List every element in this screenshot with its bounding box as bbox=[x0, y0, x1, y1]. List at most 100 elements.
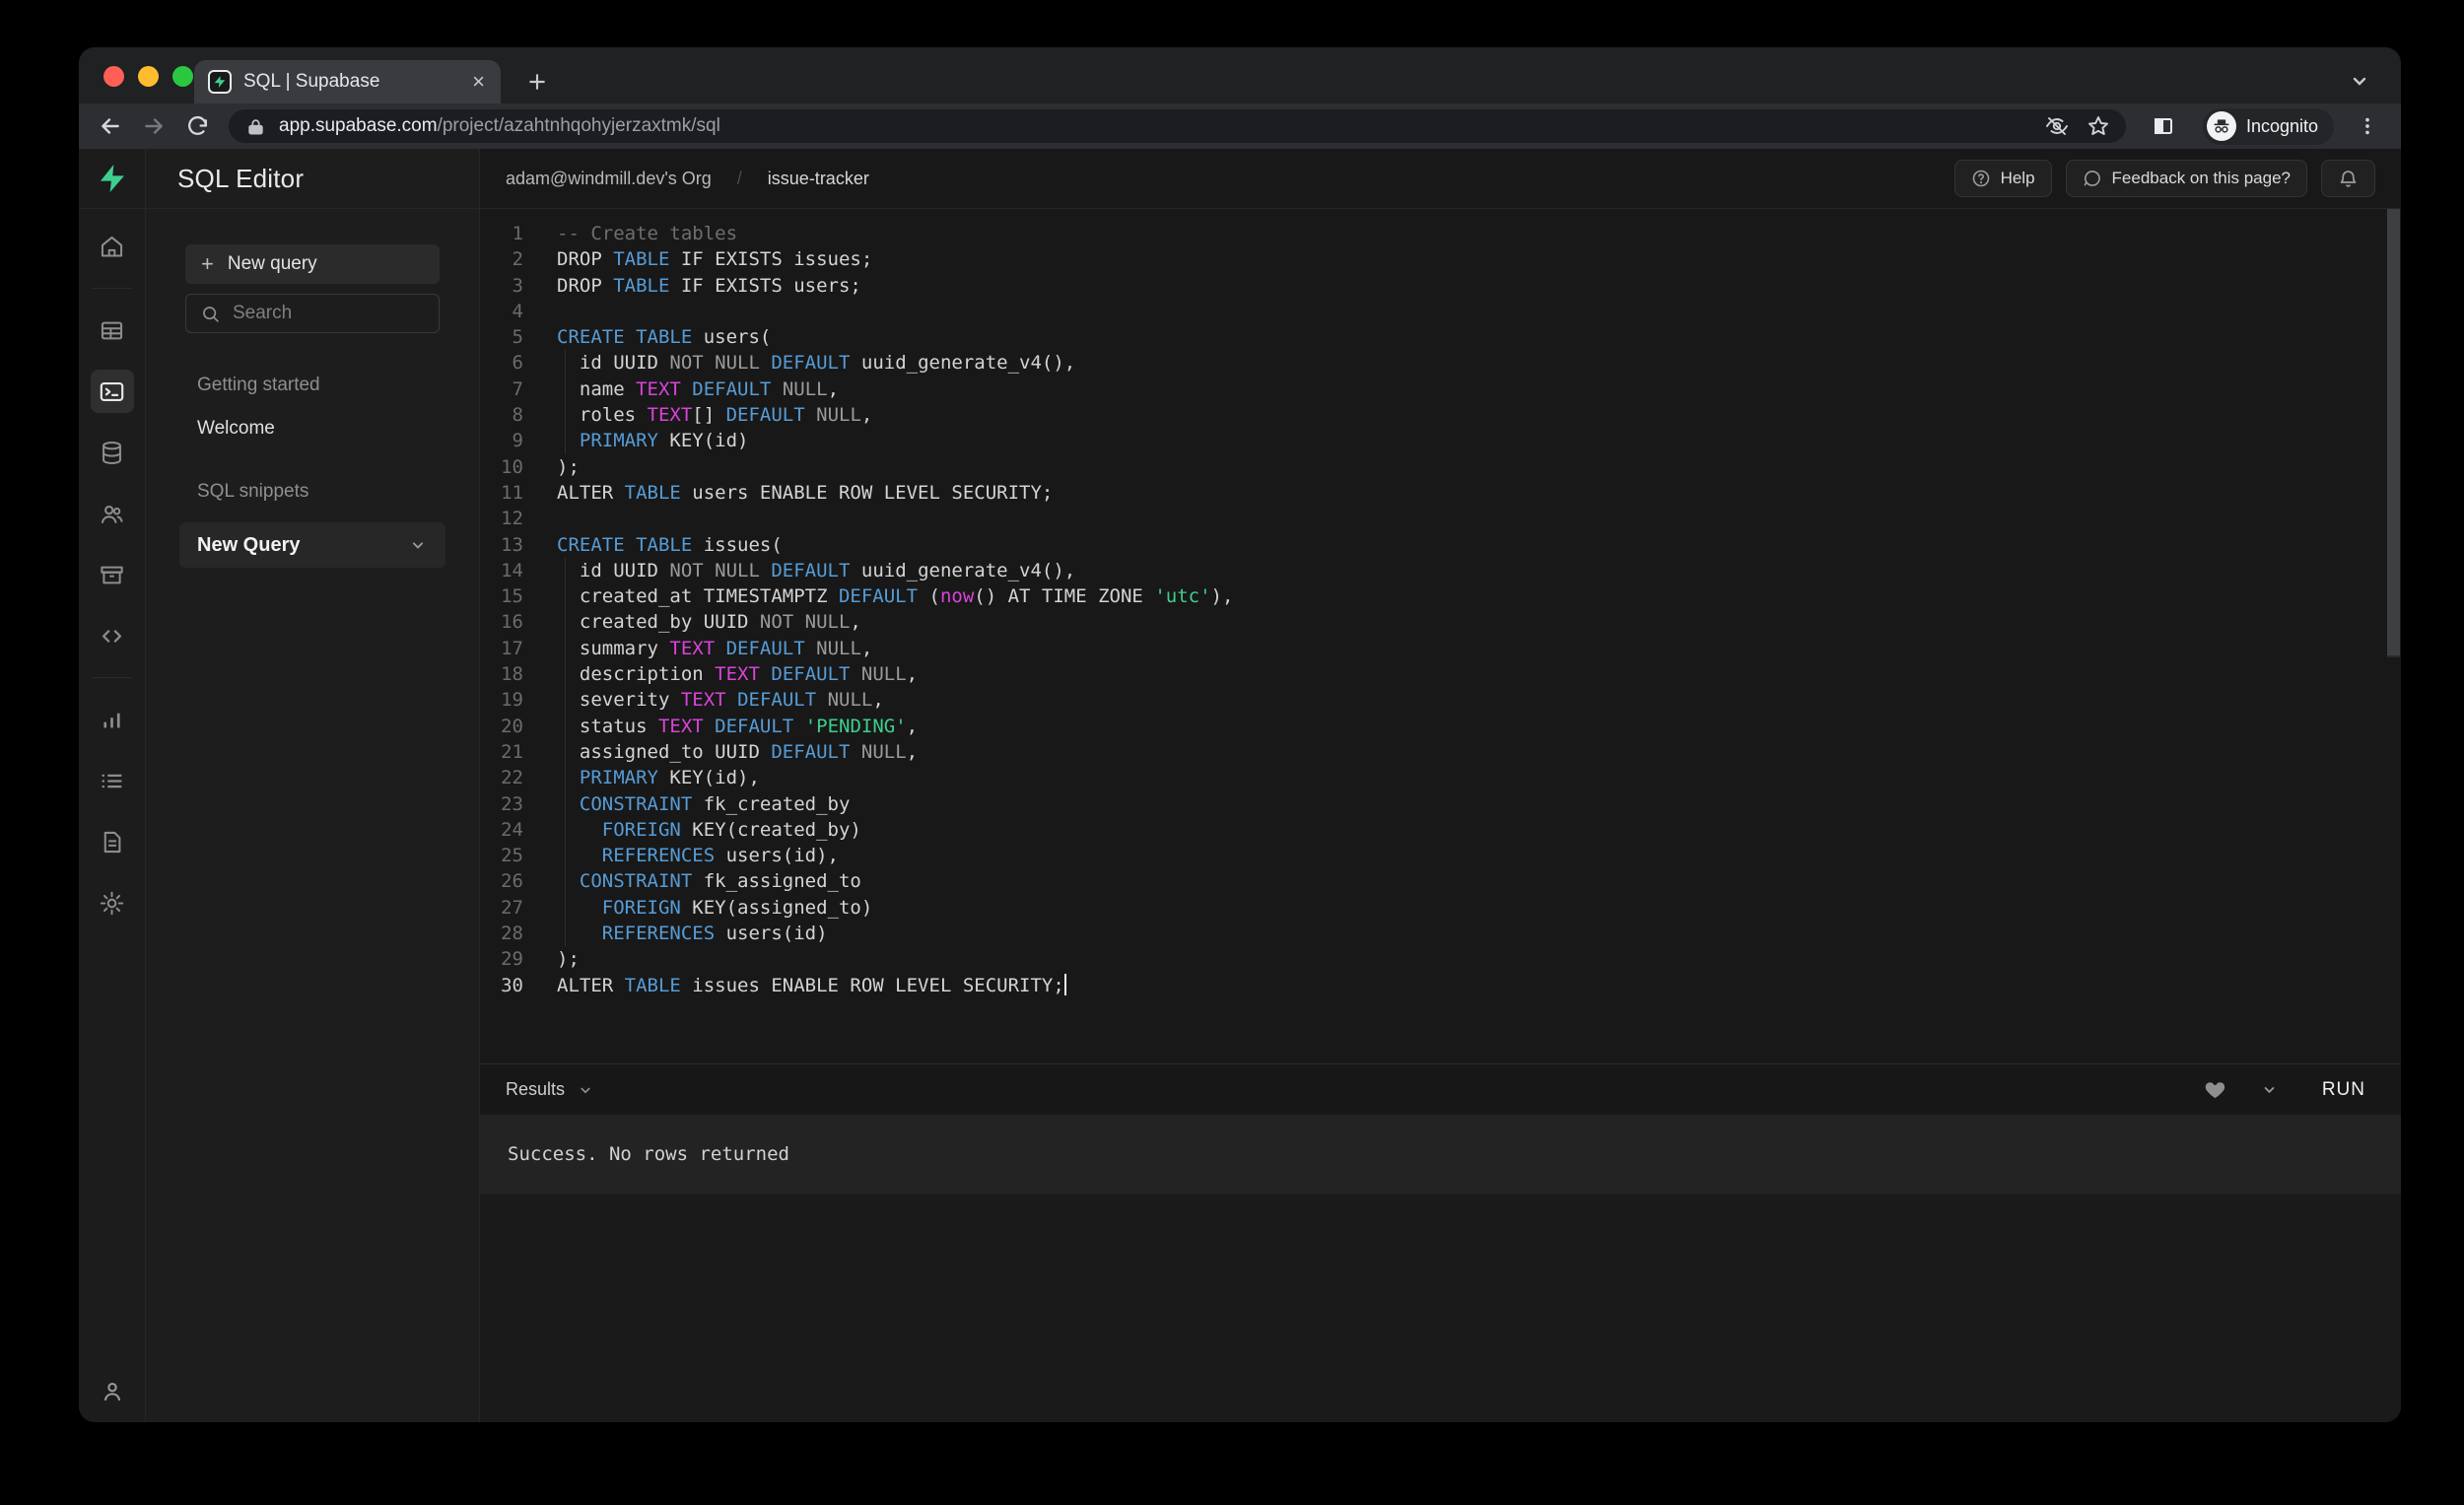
code-text: ALTER TABLE issues ENABLE ROW LEVEL SECU… bbox=[541, 973, 1066, 998]
results-message: Success. No rows returned bbox=[508, 1143, 789, 1165]
url-path: /project/azahtnhqohyjerzaxtmk/sql bbox=[438, 115, 720, 136]
reload-button[interactable] bbox=[179, 108, 215, 144]
results-dropdown[interactable]: Results bbox=[506, 1079, 594, 1100]
new-query-label: New query bbox=[228, 253, 317, 275]
indent-guide bbox=[565, 868, 566, 894]
sql-editor[interactable]: 1-- Create tables2DROP TABLE IF EXISTS i… bbox=[480, 209, 2401, 1063]
line-number: 26 bbox=[480, 868, 541, 894]
indent-guide bbox=[565, 609, 566, 635]
tab-search-chevron-icon[interactable] bbox=[2348, 69, 2371, 93]
lock-icon[interactable] bbox=[246, 117, 265, 136]
browser-tab[interactable]: SQL | Supabase × bbox=[194, 60, 501, 103]
new-query-button[interactable]: + New query bbox=[185, 244, 440, 284]
eye-off-icon[interactable] bbox=[2045, 114, 2069, 138]
code-line: 6 id UUID NOT NULL DEFAULT uuid_generate… bbox=[480, 350, 2401, 376]
minimize-window-button[interactable] bbox=[138, 66, 159, 87]
url-text: app.supabase.com/project/azahtnhqohyjerz… bbox=[279, 115, 2027, 137]
account-icon[interactable] bbox=[100, 1379, 125, 1404]
incognito-label: Incognito bbox=[2246, 116, 2318, 137]
help-button[interactable]: Help bbox=[1954, 160, 2052, 197]
rail-item-auth[interactable] bbox=[91, 492, 134, 535]
rail-item-reports[interactable] bbox=[91, 698, 134, 741]
rail-item-logs[interactable] bbox=[91, 759, 134, 802]
indent-guide bbox=[565, 714, 566, 739]
side-panel-icon[interactable] bbox=[2146, 108, 2181, 144]
supabase-app: SQL Editor + New query Getting started W… bbox=[79, 149, 2401, 1422]
chevron-down-icon[interactable] bbox=[408, 535, 428, 555]
new-tab-button[interactable] bbox=[524, 69, 550, 95]
back-button[interactable] bbox=[93, 108, 128, 144]
line-number: 30 bbox=[480, 973, 541, 998]
indent-guide bbox=[565, 765, 566, 790]
code-text: FOREIGN KEY(created_by) bbox=[541, 817, 861, 843]
breadcrumb-project[interactable]: issue-tracker bbox=[768, 169, 869, 189]
code-line: 1-- Create tables bbox=[480, 221, 2401, 246]
rail-item-database[interactable] bbox=[91, 431, 134, 474]
breadcrumb-org[interactable]: adam@windmill.dev's Org bbox=[506, 169, 712, 189]
supabase-logo-icon[interactable] bbox=[97, 163, 128, 194]
favorite-heart-icon[interactable] bbox=[2204, 1078, 2226, 1101]
code-text: CREATE TABLE users( bbox=[541, 324, 771, 350]
page-title: SQL Editor bbox=[177, 164, 304, 194]
code-line: 30ALTER TABLE issues ENABLE ROW LEVEL SE… bbox=[480, 973, 2401, 998]
code-text: status TEXT DEFAULT 'PENDING', bbox=[541, 714, 918, 739]
results-toolbar: Results RUN bbox=[480, 1063, 2401, 1115]
rail-item-home[interactable] bbox=[91, 225, 134, 268]
feedback-button[interactable]: Feedback on this page? bbox=[2066, 160, 2307, 197]
run-options-chevron-icon[interactable] bbox=[2260, 1080, 2279, 1099]
code-text: name TEXT DEFAULT NULL, bbox=[541, 376, 839, 402]
code-text: description TEXT DEFAULT NULL, bbox=[541, 661, 918, 687]
line-number: 27 bbox=[480, 895, 541, 921]
scrollbar-thumb[interactable] bbox=[2387, 209, 2400, 657]
rail-item-docs[interactable] bbox=[91, 820, 134, 863]
code-text: CONSTRAINT fk_created_by bbox=[541, 791, 850, 817]
search-icon bbox=[200, 304, 221, 324]
code-text: FOREIGN KEY(assigned_to) bbox=[541, 895, 872, 921]
traffic-lights bbox=[103, 66, 193, 87]
code-line: 21 assigned_to UUID DEFAULT NULL, bbox=[480, 739, 2401, 765]
rail-item-settings[interactable] bbox=[91, 881, 134, 924]
sidebar: SQL Editor + New query Getting started W… bbox=[146, 149, 480, 1422]
code-line: 16 created_by UUID NOT NULL, bbox=[480, 609, 2401, 635]
rail-item-storage[interactable] bbox=[91, 553, 134, 596]
code-line: 19 severity TEXT DEFAULT NULL, bbox=[480, 687, 2401, 713]
feedback-label: Feedback on this page? bbox=[2112, 169, 2291, 188]
zoom-window-button[interactable] bbox=[172, 66, 193, 87]
code-text: CREATE TABLE issues( bbox=[541, 532, 783, 558]
rail-item-api[interactable] bbox=[91, 614, 134, 657]
incognito-badge[interactable]: Incognito bbox=[2203, 108, 2334, 145]
code-line: 25 REFERENCES users(id), bbox=[480, 843, 2401, 868]
editor-scrollbar[interactable] bbox=[2386, 209, 2401, 1063]
indent-guide bbox=[565, 817, 566, 843]
indent-guide bbox=[565, 843, 566, 868]
line-number: 12 bbox=[480, 506, 541, 531]
line-number: 13 bbox=[480, 532, 541, 558]
line-number: 5 bbox=[480, 324, 541, 350]
sidebar-item-new-query-snippet[interactable]: New Query bbox=[179, 522, 445, 568]
indent-guide bbox=[565, 895, 566, 921]
code-line: 7 name TEXT DEFAULT NULL, bbox=[480, 376, 2401, 402]
code-text bbox=[541, 299, 557, 324]
sidebar-item-welcome[interactable]: Welcome bbox=[197, 418, 457, 440]
code-text: ); bbox=[541, 946, 580, 972]
line-number: 3 bbox=[480, 273, 541, 299]
rail-item-table-editor[interactable] bbox=[91, 308, 134, 352]
browser-menu-icon[interactable] bbox=[2350, 108, 2385, 144]
rail-item-sql-editor[interactable] bbox=[91, 370, 134, 413]
code-line: 28 REFERENCES users(id) bbox=[480, 921, 2401, 946]
address-bar[interactable]: app.supabase.com/project/azahtnhqohyjerz… bbox=[229, 109, 2126, 143]
code-text: severity TEXT DEFAULT NULL, bbox=[541, 687, 884, 713]
code-text: -- Create tables bbox=[541, 221, 737, 246]
line-number: 25 bbox=[480, 843, 541, 868]
forward-button[interactable] bbox=[136, 108, 171, 144]
bookmark-star-icon[interactable] bbox=[2087, 114, 2110, 138]
close-window-button[interactable] bbox=[103, 66, 124, 87]
notifications-button[interactable] bbox=[2321, 160, 2375, 197]
indent-guide bbox=[565, 558, 566, 583]
run-button[interactable]: RUN bbox=[2312, 1073, 2375, 1107]
line-number: 16 bbox=[480, 609, 541, 635]
search-input[interactable] bbox=[233, 303, 425, 324]
line-number: 6 bbox=[480, 350, 541, 376]
tab-close-icon[interactable]: × bbox=[468, 69, 489, 95]
search-box[interactable] bbox=[185, 294, 440, 333]
